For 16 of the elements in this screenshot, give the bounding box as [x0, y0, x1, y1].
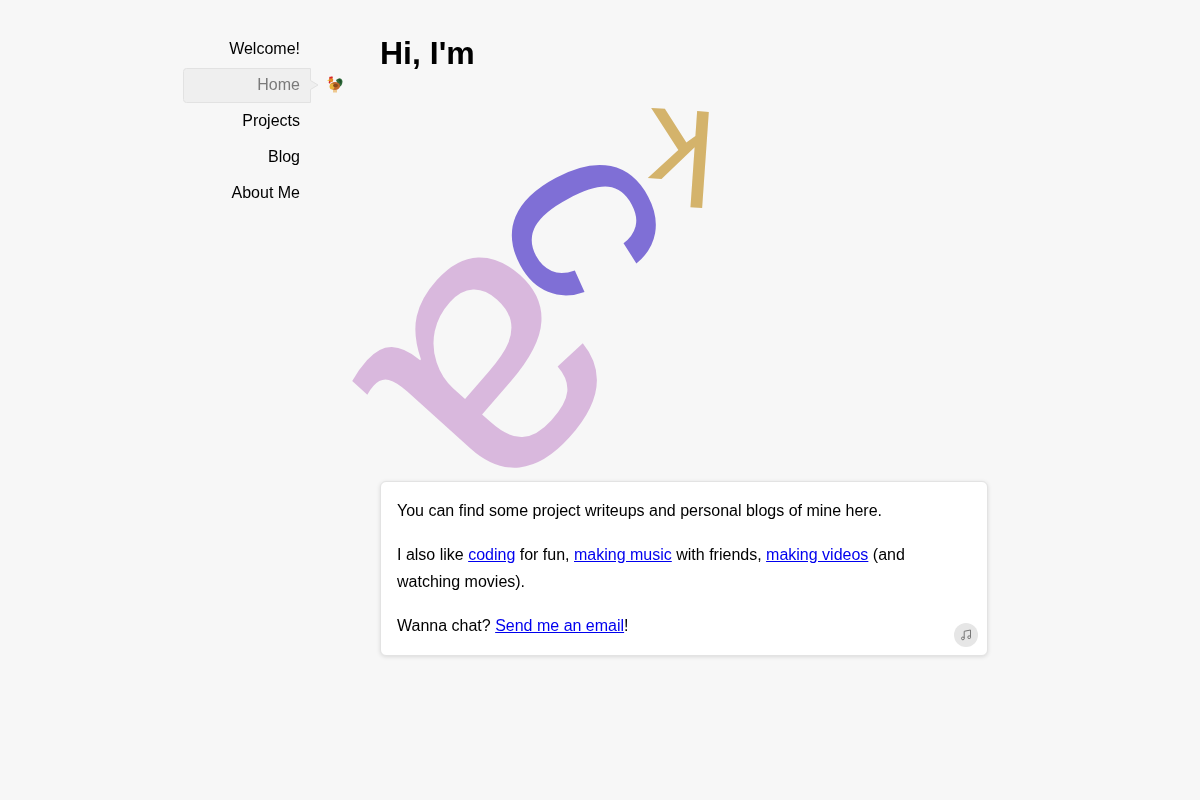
text-link[interactable]: coding	[468, 546, 516, 563]
nav-item[interactable]: Projects	[183, 103, 319, 139]
rooster-icon	[325, 75, 343, 93]
nav-item[interactable]: Blog	[183, 139, 319, 175]
nav-item[interactable]: Home	[183, 67, 319, 103]
intro-text: Wanna chat? Send me an email!	[397, 616, 630, 636]
nav-item[interactable]: About Me	[183, 175, 319, 211]
page-heading: Hi, I'm	[380, 34, 475, 72]
text-link[interactable]: making music	[574, 546, 672, 563]
music-note-icon	[960, 629, 972, 641]
intro-text: You can find some project writeups and personal blogs of mine here.	[397, 501, 884, 521]
text-link[interactable]: making videos	[766, 546, 869, 563]
music-button[interactable]	[954, 623, 978, 647]
intro-text: I also like coding for fun, making music with friends, making videos (and watching movies).	[397, 545, 906, 592]
text-link[interactable]: Send me an email	[495, 617, 625, 634]
nav-item[interactable]: Welcome!	[183, 31, 319, 67]
